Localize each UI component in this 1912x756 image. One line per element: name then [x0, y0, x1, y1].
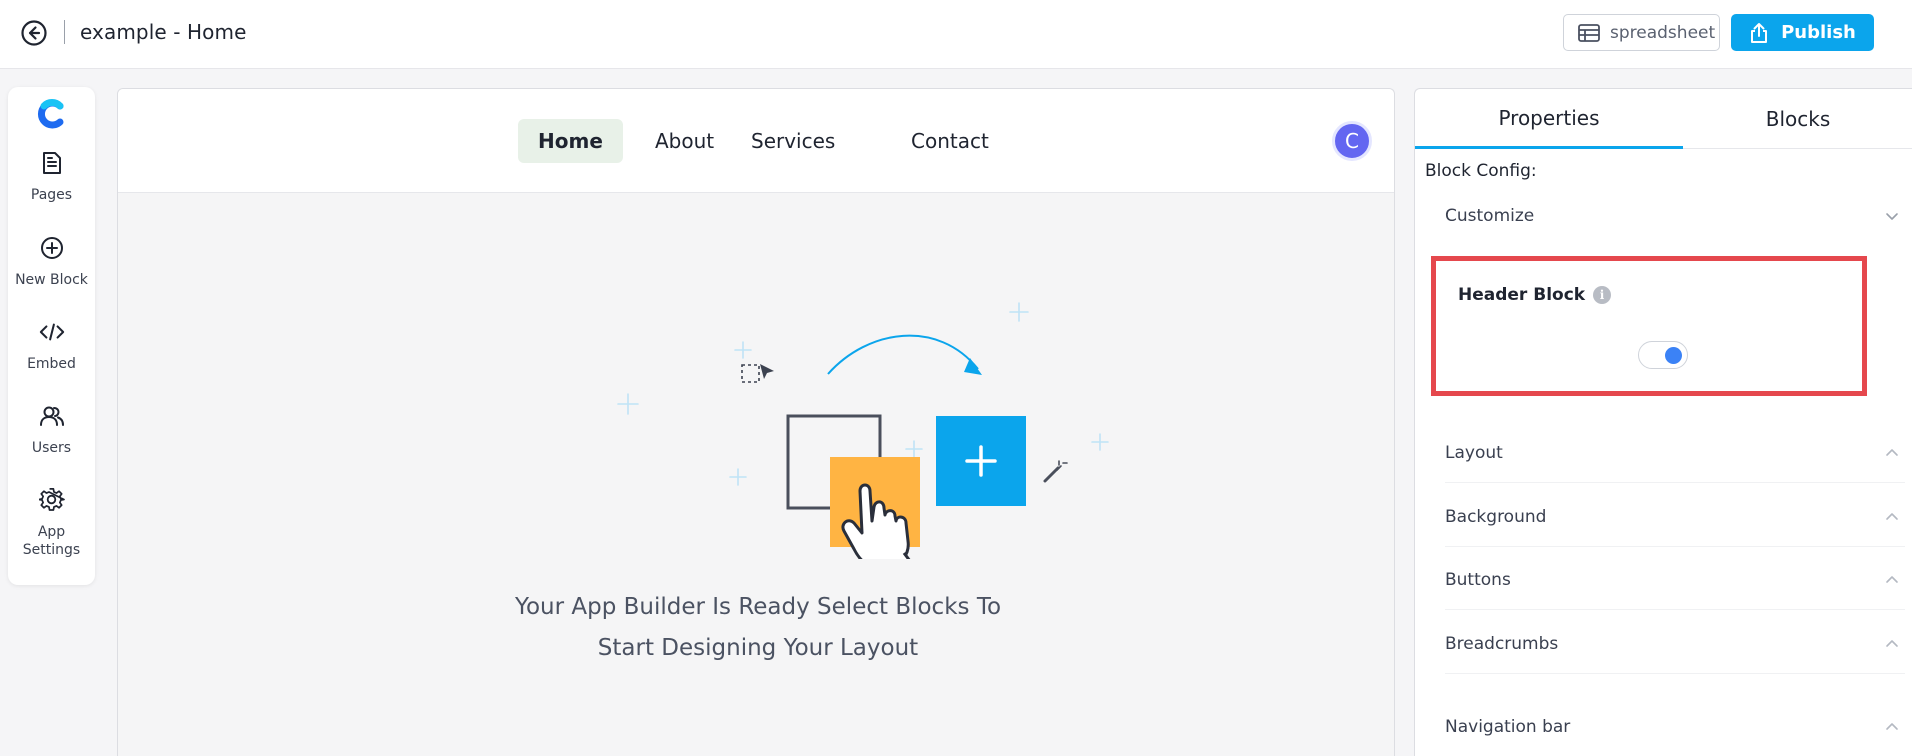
properties-panel: Properties Blocks Block Config: Customiz… — [1414, 88, 1912, 756]
sidebar-item-app-settings[interactable]: App Settings — [8, 487, 95, 559]
top-bar: example - Home spreadsheet Publish — [0, 0, 1912, 69]
pages-icon — [39, 150, 65, 176]
share-upload-icon — [1751, 22, 1768, 43]
tab-properties[interactable]: Properties — [1415, 89, 1683, 149]
chevron-up-icon — [1886, 575, 1898, 583]
nav-link-home[interactable]: Home — [518, 119, 623, 163]
empty-state-illustration — [617, 302, 1109, 559]
sidebar-item-new-block[interactable]: New Block — [8, 235, 95, 289]
tab-blocks[interactable]: Blocks — [1683, 89, 1912, 149]
chevron-up-icon — [1886, 723, 1898, 730]
app-logo-icon — [38, 99, 64, 129]
builder-canvas[interactable]: Home About Services Contact C Your App B… — [117, 88, 1395, 756]
arrow-left-circle-icon — [21, 20, 47, 46]
sidebar-item-pages[interactable]: Pages — [8, 150, 95, 204]
code-icon — [39, 319, 65, 345]
header-block-toggle[interactable] — [1638, 341, 1688, 369]
customize-accordion[interactable]: Customize — [1445, 186, 1905, 246]
sidebar-item-label: Embed — [27, 356, 76, 372]
gear-icon — [38, 487, 65, 513]
nav-link-services[interactable]: Services — [731, 119, 855, 163]
accordion-title: Breadcrumbs — [1445, 633, 1559, 654]
sidebar-item-label: New Block — [15, 272, 88, 288]
magic-wand-icon — [1043, 460, 1068, 483]
sidebar-item-embed[interactable]: Embed — [8, 319, 95, 373]
chevron-up-icon — [1886, 448, 1898, 456]
block-config-label: Block Config: — [1425, 161, 1537, 181]
accordion-title: Customize — [1445, 206, 1535, 226]
empty-state-line-2: Start Designing Your Layout — [597, 635, 919, 661]
header-block-label: Header Block — [1458, 285, 1586, 305]
left-sidebar: Pages New Block Embed Users App Settings — [8, 87, 95, 585]
spreadsheet-label: spreadsheet — [1610, 22, 1716, 43]
sidebar-item-users[interactable]: Users — [8, 403, 95, 457]
layout-accordion[interactable]: Layout — [1445, 423, 1905, 483]
sidebar-item-label: Users — [31, 440, 72, 456]
empty-state-line-1: Your App Builder Is Ready Select Blocks … — [514, 594, 1002, 620]
accordion-title: Background — [1445, 506, 1547, 527]
info-icon[interactable]: i — [1593, 286, 1612, 304]
publish-button[interactable]: Publish — [1731, 14, 1874, 51]
users-icon — [39, 403, 65, 429]
toggle-knob — [1665, 347, 1682, 364]
spreadsheet-button[interactable]: spreadsheet — [1563, 14, 1720, 51]
nav-link-contact[interactable]: Contact — [891, 119, 1009, 163]
back-button[interactable] — [20, 19, 48, 47]
header-block-label-row: Header Block i — [1458, 285, 1612, 305]
publish-label: Publish — [1781, 22, 1856, 43]
sidebar-item-label: Pages — [30, 187, 73, 203]
avatar[interactable]: C — [1332, 121, 1372, 161]
accordion-title: Buttons — [1445, 569, 1511, 590]
chevron-up-icon — [1886, 512, 1898, 520]
chevron-up-icon — [1886, 639, 1898, 647]
title-divider — [64, 20, 65, 44]
buttons-accordion[interactable]: Buttons — [1445, 550, 1905, 610]
navigation-bar-accordion[interactable]: Navigation bar — [1445, 697, 1905, 756]
plus-circle-icon — [39, 235, 65, 261]
accordion-title: Navigation bar — [1445, 717, 1571, 737]
nav-link-about[interactable]: About — [635, 119, 734, 163]
empty-state-message: Your App Builder Is Ready Select Blocks … — [438, 587, 1078, 669]
accordion-title: Layout — [1445, 442, 1503, 463]
background-accordion[interactable]: Background — [1445, 487, 1905, 547]
chevron-down-icon — [1886, 213, 1898, 220]
table-icon — [1578, 23, 1600, 42]
header-block-setting: Header Block i — [1431, 256, 1867, 396]
sidebar-item-label: App Settings — [22, 524, 81, 558]
site-navbar[interactable]: Home About Services Contact C — [118, 89, 1394, 193]
page-title: example - Home — [80, 20, 247, 44]
selection-cursor-icon — [741, 364, 774, 383]
breadcrumbs-accordion[interactable]: Breadcrumbs — [1445, 614, 1905, 674]
